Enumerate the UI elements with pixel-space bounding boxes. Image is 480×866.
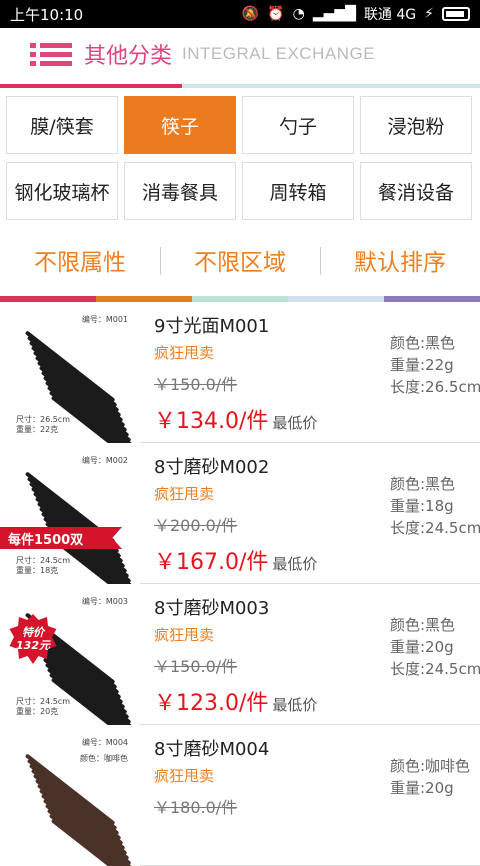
product-thumbnail: 编号：M003 尺寸：24.5cm 重量：20克 特价 132元 bbox=[0, 584, 140, 725]
product-list: 编号：M001 尺寸：26.5cm 重量：22克 9寸光面M001 疯狂甩卖 ￥150.0… bbox=[0, 302, 480, 866]
filter-attribute[interactable]: 不限属性 bbox=[0, 243, 160, 277]
category-tab[interactable]: 浸泡粉 bbox=[360, 96, 472, 154]
lowest-price-label: 最低价 bbox=[272, 414, 318, 432]
category-tab[interactable]: 钢化玻璃杯 bbox=[6, 162, 118, 220]
category-tab[interactable]: 餐消设备 bbox=[360, 162, 472, 220]
category-tab[interactable]: 周转箱 bbox=[242, 162, 354, 220]
price-row: ￥123.0/件 最低价 bbox=[154, 685, 480, 717]
signal-icon: ▂▄▆█ bbox=[312, 6, 356, 22]
thumb-weight: 重量：18克 bbox=[16, 566, 59, 575]
product-attributes: 颜色:黑色重量:18g 长度:24.5cm bbox=[390, 473, 480, 539]
product-thumbnail: 编号：M001 尺寸：26.5cm 重量：22克 bbox=[0, 302, 140, 443]
menu-icon[interactable] bbox=[30, 41, 72, 67]
header-divider bbox=[0, 84, 480, 88]
charging-icon: ⚡ bbox=[424, 6, 434, 22]
wifi-icon: ◔ bbox=[292, 6, 305, 22]
product-attributes: 颜色:黑色重量:22g 长度:26.5cm bbox=[390, 332, 480, 398]
product-attribute: 重量:22g bbox=[390, 356, 454, 374]
product-attribute: 重量:20g bbox=[390, 779, 454, 797]
thumb-code: 编号：M001 bbox=[81, 315, 128, 324]
thumb-code: 编号：M003 bbox=[81, 597, 128, 606]
price-row: ￥167.0/件 最低价 bbox=[154, 544, 480, 576]
product-attribute: 颜色:黑色 bbox=[390, 616, 456, 634]
product-attributes: 颜色:黑色重量:20g 长度:24.5cm bbox=[390, 614, 480, 680]
product-row[interactable]: 编号：M003 尺寸：24.5cm 重量：20克 特价 132元 8寸磨砂M003 疯狂甩卖… bbox=[0, 584, 480, 725]
thumb-size: 尺寸：26.5cm bbox=[16, 415, 71, 424]
product-attribute: 长度:24.5cm bbox=[390, 519, 480, 537]
product-thumbnail: 编号：M004 颜色：咖啡色 bbox=[0, 725, 140, 866]
status-bar: 上午10:10 🔕 ⏰ ◔ ▂▄▆█ 联通 4G ⚡ bbox=[0, 0, 480, 28]
product-attribute: 重量:18g bbox=[390, 497, 454, 515]
product-attribute: 长度:26.5cm bbox=[390, 378, 480, 396]
thumb-color-note: 颜色：咖啡色 bbox=[80, 754, 128, 763]
price-row: ￥134.0/件 最低价 bbox=[154, 403, 480, 435]
product-attribute: 颜色:黑色 bbox=[390, 334, 456, 352]
promo-star-line2: 132元 bbox=[16, 639, 50, 652]
product-thumbnail: 编号：M002 尺寸：24.5cm 重量：18克 每件1500双 bbox=[0, 443, 140, 584]
status-icons: 🔕 ⏰ ◔ ▂▄▆█ 联通 4G ⚡ bbox=[242, 4, 470, 24]
product-row[interactable]: 编号：M004 颜色：咖啡色 8寸磨砂M004 疯狂甩卖 ￥180.0/件 颜色:咖啡色重… bbox=[0, 725, 480, 866]
product-price: ￥167.0/件 bbox=[154, 550, 269, 575]
thumb-specs: 尺寸：24.5cm 重量：20克 bbox=[16, 697, 70, 717]
filter-region[interactable]: 不限区域 bbox=[160, 243, 320, 277]
lowest-price-label: 最低价 bbox=[272, 696, 318, 714]
mute-icon: 🔕 bbox=[241, 6, 260, 22]
filter-sort[interactable]: 默认排序 bbox=[320, 243, 480, 277]
thumb-weight: 重量：22克 bbox=[16, 425, 59, 434]
category-tab[interactable]: 勺子 bbox=[242, 96, 354, 154]
thumb-code: 编号：M002 bbox=[81, 456, 128, 465]
promo-star-line1: 特价 bbox=[22, 626, 44, 639]
thumb-size: 尺寸：24.5cm bbox=[16, 556, 71, 565]
product-price: ￥134.0/件 bbox=[154, 409, 269, 434]
product-attribute: 颜色:黑色 bbox=[390, 475, 456, 493]
product-row[interactable]: 编号：M002 尺寸：24.5cm 重量：18克 每件1500双 8寸磨砂M002 疯狂甩… bbox=[0, 443, 480, 584]
product-attribute: 颜色:咖啡色 bbox=[390, 757, 471, 775]
lowest-price-label: 最低价 bbox=[272, 555, 318, 573]
promo-ribbon: 每件1500双 bbox=[0, 527, 122, 549]
carrier-label: 联通 4G bbox=[363, 7, 417, 23]
page-subtitle: INTEGRAL EXCHANGE bbox=[182, 44, 376, 63]
page-title: 其他分类 bbox=[84, 44, 173, 69]
product-attributes: 颜色:咖啡色 重量:20g bbox=[390, 755, 470, 799]
product-attribute: 重量:20g bbox=[390, 638, 454, 656]
thumb-specs: 尺寸：24.5cm 重量：18克 bbox=[16, 556, 70, 576]
app-header: 其他分类 INTEGRAL EXCHANGE bbox=[0, 28, 480, 84]
category-grid: 膜/筷套 筷子 勺子 浸泡粉钢化玻璃杯 消毒餐具 周转箱 餐消设备 bbox=[0, 88, 480, 220]
thumb-size: 尺寸：24.5cm bbox=[16, 697, 71, 706]
status-time: 上午10:10 bbox=[10, 5, 84, 24]
category-tab[interactable]: 消毒餐具 bbox=[124, 162, 236, 220]
thumb-code: 编号：M004 bbox=[81, 738, 128, 747]
category-tab[interactable]: 筷子 bbox=[124, 96, 236, 154]
product-row[interactable]: 编号：M001 尺寸：26.5cm 重量：22克 9寸光面M001 疯狂甩卖 ￥150.0… bbox=[0, 302, 480, 443]
thumb-weight: 重量：20克 bbox=[16, 707, 59, 716]
filter-bar: 不限属性 不限区域 默认排序 bbox=[0, 224, 480, 296]
battery-icon bbox=[442, 7, 470, 21]
product-price: ￥123.0/件 bbox=[154, 691, 269, 716]
thumb-specs: 尺寸：26.5cm 重量：22克 bbox=[16, 415, 70, 435]
product-attribute: 长度:24.5cm bbox=[390, 660, 480, 678]
category-tab[interactable]: 膜/筷套 bbox=[6, 96, 118, 154]
alarm-icon: ⏰ bbox=[267, 6, 285, 22]
